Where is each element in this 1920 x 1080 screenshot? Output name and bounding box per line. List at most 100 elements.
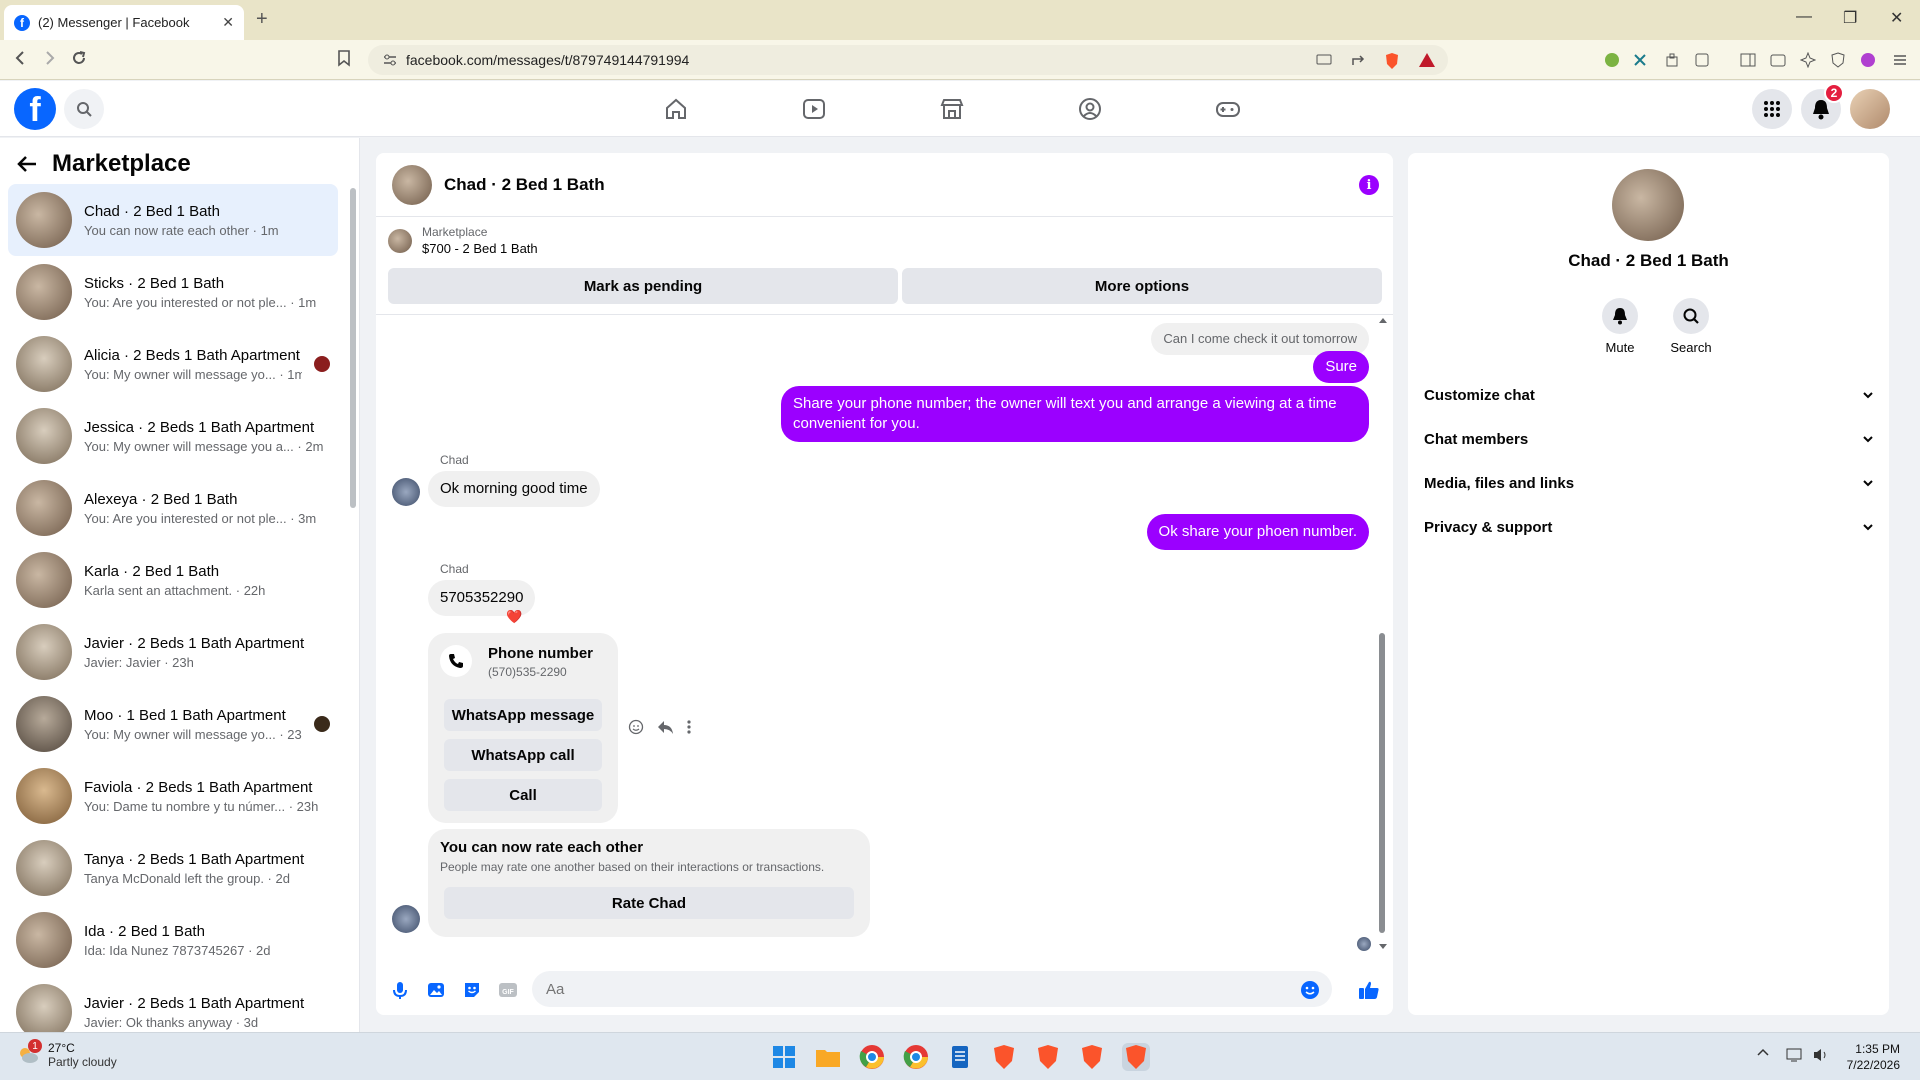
address-bar[interactable]: facebook.com/messages/t/879749144791994	[368, 45, 1448, 75]
chrome-icon[interactable]	[858, 1043, 886, 1071]
scroll-down-icon[interactable]	[1378, 943, 1388, 951]
tray-overflow-icon[interactable]	[1756, 1047, 1770, 1057]
conversation-item[interactable]: Sticks · 2 Bed 1 Bath You: Are you intere…	[8, 256, 338, 328]
marketplace-icon[interactable]	[939, 96, 965, 122]
brave-icon[interactable]	[990, 1043, 1018, 1071]
close-window-icon[interactable]: ✕	[1890, 8, 1903, 28]
back-arrow-icon[interactable]	[16, 153, 38, 175]
sidebar-toggle-icon[interactable]	[1740, 52, 1756, 68]
reply-icon[interactable]	[656, 719, 674, 735]
sidebar-scrollbar[interactable]	[350, 188, 356, 508]
video-icon[interactable]	[801, 96, 827, 122]
menu-button[interactable]	[1752, 89, 1792, 129]
weather-widget[interactable]: 1 27°C Partly cloudy	[16, 1039, 117, 1069]
chat-scrollbar[interactable]	[1379, 633, 1385, 933]
brave-shield-icon[interactable]	[1384, 52, 1400, 69]
browser-menu-icon[interactable]	[1892, 52, 1908, 68]
listing-banner[interactable]: Marketplace $700 - 2 Bed 1 Bath	[388, 225, 538, 256]
leo-ai-icon[interactable]	[1800, 52, 1816, 68]
tab-search-icon[interactable]	[1694, 52, 1710, 68]
sender-avatar[interactable]	[392, 478, 420, 506]
photo-icon[interactable]	[426, 980, 446, 1000]
wallet-icon[interactable]	[1770, 52, 1786, 68]
profile-color-icon[interactable]	[1860, 52, 1876, 68]
account-avatar[interactable]	[1850, 89, 1890, 129]
share-icon[interactable]	[1350, 52, 1366, 68]
search-button[interactable]	[64, 89, 104, 129]
message-bubble-out[interactable]: Sure	[1313, 351, 1369, 383]
chat-title[interactable]: Chad · 2 Bed 1 Bath	[444, 175, 605, 195]
sticker-icon[interactable]	[462, 980, 482, 1000]
extension-green-icon[interactable]	[1604, 52, 1620, 68]
conversation-item[interactable]: Javier · 2 Beds 1 Bath Apartment Javier: …	[8, 976, 338, 1033]
react-icon[interactable]	[628, 719, 644, 735]
start-icon[interactable]	[770, 1043, 798, 1071]
conversation-item[interactable]: Faviola · 2 Beds 1 Bath Apartment You: Da…	[8, 760, 338, 832]
message-bubble-out[interactable]: Ok share your phoen number.	[1146, 514, 1369, 550]
message-bubble-out[interactable]: Share your phone number; the owner will …	[781, 386, 1369, 442]
gaming-icon[interactable]	[1215, 96, 1241, 122]
customize-chat-row[interactable]: Customize chat	[1424, 373, 1874, 417]
message-input[interactable]	[532, 971, 1332, 1007]
conversation-item[interactable]: Ida · 2 Bed 1 Bath Ida: Ida Nunez 7873745…	[8, 904, 338, 976]
call-button[interactable]: Call	[444, 779, 602, 811]
mute-button[interactable]: Mute	[1590, 298, 1650, 355]
groups-icon[interactable]	[1077, 96, 1103, 122]
new-tab-icon[interactable]: +	[256, 8, 268, 31]
whatsapp-message-button[interactable]: WhatsApp message	[444, 699, 602, 731]
brave-rewards-icon[interactable]	[1418, 52, 1435, 68]
whatsapp-call-button[interactable]: WhatsApp call	[444, 739, 602, 771]
like-icon[interactable]	[1358, 980, 1379, 1000]
more-actions-icon[interactable]	[686, 719, 692, 735]
chrome-profile-icon[interactable]	[902, 1043, 930, 1071]
brave-icon[interactable]	[1034, 1043, 1062, 1071]
extensions-icon[interactable]	[1664, 52, 1680, 68]
forward-icon[interactable]	[40, 49, 58, 67]
scroll-up-icon[interactable]	[1378, 316, 1388, 324]
conversation-item[interactable]: Alicia · 2 Beds 1 Bath Apartment You: My …	[8, 328, 338, 400]
conversation-item[interactable]: Tanya · 2 Beds 1 Bath Apartment Tanya McD…	[8, 832, 338, 904]
microphone-icon[interactable]	[390, 980, 410, 1000]
chat-avatar[interactable]	[392, 164, 432, 205]
reload-icon[interactable]	[70, 49, 88, 67]
mark-pending-button[interactable]: Mark as pending	[388, 268, 898, 304]
vpn-icon[interactable]	[1830, 52, 1846, 68]
info-icon[interactable]: i	[1359, 175, 1379, 195]
emoji-icon[interactable]	[1300, 980, 1320, 1000]
conversation-item[interactable]: Moo · 1 Bed 1 Bath Apartment You: My owne…	[8, 688, 338, 760]
network-icon[interactable]	[1786, 1047, 1804, 1063]
cast-icon[interactable]	[1316, 52, 1332, 68]
sender-avatar[interactable]	[392, 905, 420, 933]
restore-icon[interactable]: ❐	[1843, 8, 1857, 28]
browser-tab[interactable]: f (2) Messenger | Facebook ✕	[4, 5, 244, 40]
notepad-icon[interactable]	[946, 1043, 974, 1071]
conversation-item[interactable]: Jessica · 2 Beds 1 Bath Apartment You: My…	[8, 400, 338, 472]
tab-close-icon[interactable]: ✕	[222, 14, 234, 31]
brave-active-icon[interactable]	[1122, 1043, 1150, 1071]
brave-icon[interactable]	[1078, 1043, 1106, 1071]
site-info-icon[interactable]	[382, 53, 398, 67]
conversation-item[interactable]: Alexeya · 2 Bed 1 Bath You: Are you inter…	[8, 472, 338, 544]
message-bubble-in[interactable]: Ok morning good time	[428, 471, 600, 507]
profile-avatar[interactable]	[1612, 169, 1684, 241]
facebook-logo-icon[interactable]: f	[14, 88, 56, 130]
extension-x-icon[interactable]	[1632, 52, 1648, 68]
file-explorer-icon[interactable]	[814, 1043, 842, 1071]
conversation-item[interactable]: Karla · 2 Bed 1 Bath Karla sent an attach…	[8, 544, 338, 616]
more-options-button[interactable]: More options	[902, 268, 1382, 304]
bookmark-icon[interactable]	[336, 49, 352, 67]
system-clock[interactable]: 1:35 PM 7/22/2026	[1847, 1041, 1900, 1073]
conversation-item[interactable]: Chad · 2 Bed 1 Bath You can now rate each…	[8, 184, 338, 256]
minimize-icon[interactable]: —	[1796, 8, 1812, 26]
conversation-item[interactable]: Javier · 2 Beds 1 Bath Apartment Javier: …	[8, 616, 338, 688]
media-files-links-row[interactable]: Media, files and links	[1424, 461, 1874, 505]
heart-reaction-icon[interactable]: ❤️	[506, 609, 522, 625]
chat-members-row[interactable]: Chat members	[1424, 417, 1874, 461]
rate-button[interactable]: Rate Chad	[444, 887, 854, 919]
volume-icon[interactable]	[1812, 1047, 1830, 1063]
search-conversation-button[interactable]: Search	[1661, 298, 1721, 355]
privacy-support-row[interactable]: Privacy & support	[1424, 505, 1874, 549]
home-icon[interactable]	[663, 96, 689, 122]
gif-icon[interactable]: GIF	[498, 980, 518, 1000]
back-icon[interactable]	[12, 49, 30, 67]
